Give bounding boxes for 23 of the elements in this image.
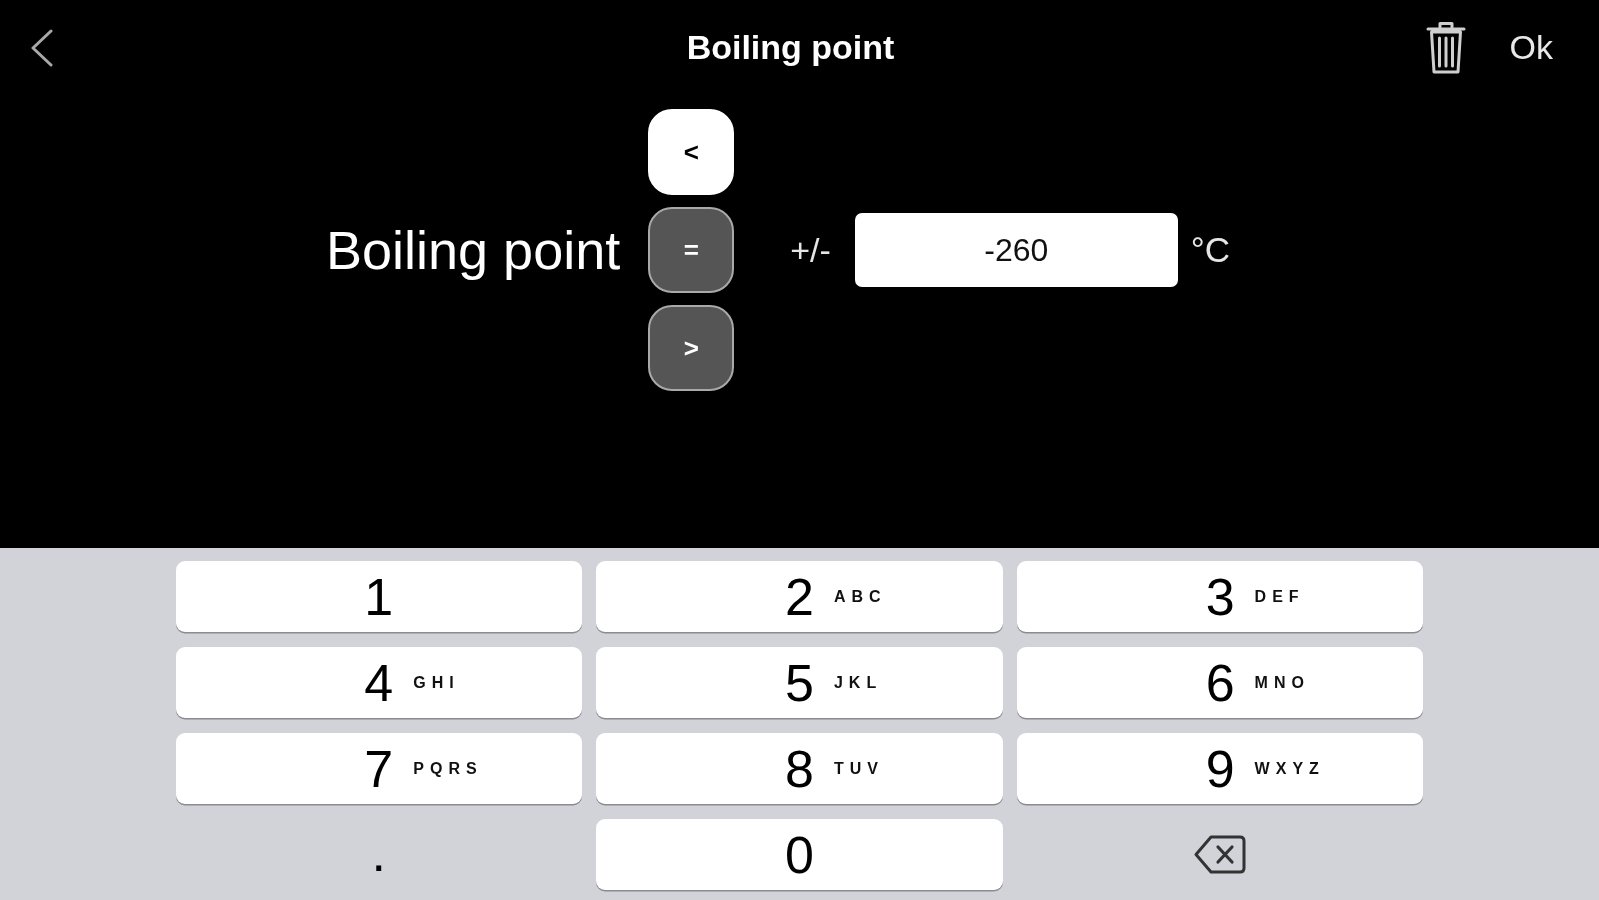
trash-icon [1425,20,1466,75]
delete-button[interactable] [1425,20,1466,75]
keypad-key[interactable]: 5 JKL [596,647,1003,718]
keypad-key[interactable]: 2 ABC [596,561,1003,632]
keypad-key[interactable]: 8 TUV [596,733,1003,804]
keypad-key[interactable]: 9 WXYZ [1016,733,1424,804]
unit-label: °C [1190,230,1231,270]
operator-button[interactable]: = [648,207,735,293]
keypad-key[interactable]: 0 [596,819,1003,890]
field-label: Boiling point [326,219,621,281]
keypad-key[interactable]: 4 GHI [175,647,583,718]
value-field[interactable]: -260 [854,213,1178,287]
keypad-key[interactable]: 6 MNO [1016,647,1424,718]
keypad-key[interactable]: 3 DEF [1016,561,1424,632]
tolerance-label: +/- [790,230,831,270]
operator-button[interactable]: > [648,305,735,391]
operator-button[interactable]: < [648,109,735,195]
keypad-key[interactable]: 7 PQRS [175,733,583,804]
screen-title: Boiling point [686,28,895,67]
ok-button[interactable]: Ok [1509,28,1553,67]
backspace-icon [1194,835,1247,874]
decimal-key[interactable]: . [175,819,583,890]
keypad-key[interactable]: 1 [175,561,583,632]
